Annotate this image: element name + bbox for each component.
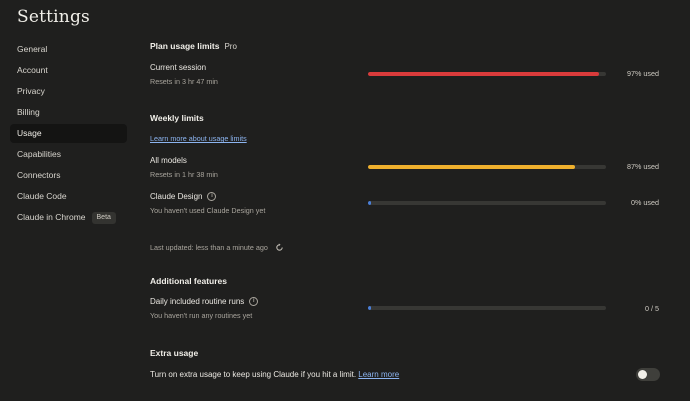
current-session-label: Current session: [150, 63, 206, 72]
routine-runs-progress-bar: [368, 306, 606, 310]
extra-usage-description: Turn on extra usage to keep using Claude…: [150, 370, 399, 379]
claude-design-label-text: Claude Design: [150, 192, 203, 201]
learn-more-usage-limits-link[interactable]: Learn more about usage limits: [150, 134, 247, 143]
sidebar-item-claude-in-chrome[interactable]: Claude in Chrome Beta: [10, 208, 127, 227]
current-session-reset: Resets in 3 hr 47 min: [150, 77, 218, 86]
extra-usage-toggle-knob: [638, 370, 647, 379]
claude-design-progress-bar: [368, 201, 606, 205]
refresh-icon-svg: [276, 243, 283, 251]
sidebar-item-capabilities[interactable]: Capabilities: [10, 145, 127, 164]
extra-usage-title-text: Extra usage: [150, 348, 199, 358]
weekly-limits-title: Weekly limits: [150, 113, 204, 123]
sidebar-item-label: Capabilities: [17, 149, 61, 159]
additional-features-title-text: Additional features: [150, 276, 227, 286]
extra-usage-learn-more-link[interactable]: Learn more: [358, 370, 399, 379]
usage-panel: Plan usage limits Pro Current session Re…: [150, 0, 665, 401]
sidebar-item-label: Claude Code: [17, 191, 67, 201]
current-session-progress-fill: [368, 72, 599, 76]
sidebar-item-general[interactable]: General: [10, 40, 127, 59]
plan-tier-badge: Pro: [224, 42, 237, 51]
routine-runs-usage-text: 0 / 5: [645, 304, 659, 313]
sidebar-item-label: Usage: [17, 128, 42, 138]
sidebar-item-usage[interactable]: Usage: [10, 124, 127, 143]
current-session-label-text: Current session: [150, 63, 207, 72]
extra-usage-toggle[interactable]: [636, 368, 660, 381]
claude-design-note: You haven't used Claude Design yet: [150, 206, 266, 215]
settings-sidebar: General Account Privacy Billing Usage Ca…: [10, 40, 127, 229]
sidebar-item-privacy[interactable]: Privacy: [10, 82, 127, 101]
all-models-reset: Resets in 1 hr 38 min: [150, 170, 218, 179]
plan-usage-title-text: Plan usage limits: [150, 41, 220, 51]
current-session-progress-bar: [368, 72, 606, 76]
all-models-progress-fill: [368, 165, 576, 169]
last-updated: Last updated: less than a minute ago: [150, 243, 284, 252]
all-models-usage-text: 87% used: [627, 162, 659, 171]
routine-runs-label: Daily included routine runs i: [150, 297, 259, 306]
extra-usage-title: Extra usage: [150, 348, 198, 358]
all-models-progress-bar: [368, 165, 606, 169]
beta-badge: Beta: [91, 211, 116, 224]
sidebar-item-label: Connectors: [17, 170, 61, 180]
claude-design-label: Claude Design i: [150, 192, 217, 201]
claude-design-progress-fill: [368, 201, 371, 205]
routine-runs-note: You haven't run any routines yet: [150, 311, 253, 320]
last-updated-text: Last updated: less than a minute ago: [150, 243, 268, 252]
sidebar-item-label: Account: [17, 65, 48, 75]
sidebar-item-billing[interactable]: Billing: [10, 103, 127, 122]
sidebar-item-claude-code[interactable]: Claude Code: [10, 187, 127, 206]
sidebar-item-label: General: [17, 44, 48, 54]
info-icon[interactable]: i: [249, 297, 259, 306]
routine-runs-progress-fill: [368, 306, 371, 310]
info-icon[interactable]: i: [207, 192, 217, 201]
sidebar-item-label: Claude in Chrome: [17, 212, 86, 222]
extra-usage-description-text: Turn on extra usage to keep using Claude…: [150, 370, 357, 379]
all-models-label-text: All models: [150, 156, 187, 165]
sidebar-item-label: Privacy: [17, 86, 45, 96]
sidebar-item-connectors[interactable]: Connectors: [10, 166, 127, 185]
refresh-icon[interactable]: [275, 243, 284, 252]
sidebar-item-account[interactable]: Account: [10, 61, 127, 80]
page-title: Settings: [17, 7, 90, 27]
routine-runs-label-text: Daily included routine runs: [150, 297, 245, 306]
claude-design-usage-text: 0% used: [631, 198, 659, 207]
all-models-label: All models: [150, 156, 187, 165]
weekly-limits-title-text: Weekly limits: [150, 113, 204, 123]
sidebar-item-label: Billing: [17, 107, 40, 117]
plan-usage-title: Plan usage limits Pro: [150, 41, 237, 51]
current-session-usage-text: 97% used: [627, 69, 659, 78]
additional-features-title: Additional features: [150, 276, 227, 286]
